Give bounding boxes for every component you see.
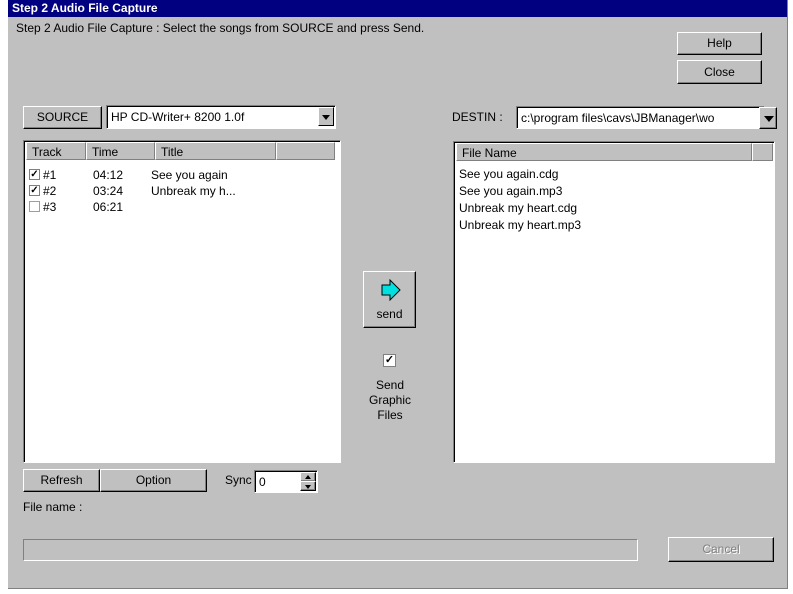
close-button[interactable]: Close (677, 60, 762, 84)
chevron-up-icon (305, 475, 311, 479)
destin-label: DESTIN : (452, 110, 503, 124)
track-row[interactable]: ✓ #1 04:12 See you again (26, 167, 316, 183)
track-row[interactable]: #3 06:21 (26, 199, 316, 215)
source-dropdown-arrow-icon[interactable] (318, 107, 334, 126)
track-number: #2 (43, 184, 57, 198)
source-drive-select[interactable]: HP CD-Writer+ 8200 1.0f (106, 105, 336, 129)
sync-stepper[interactable] (300, 472, 316, 491)
destin-path-select[interactable]: c:\program files\cavs\JBManager\wo (516, 106, 765, 129)
source-drive-value: HP CD-Writer+ 8200 1.0f (111, 110, 245, 124)
destin-path-value: c:\program files\cavs\JBManager\wo (521, 111, 715, 125)
send-graphic-label-line: Graphic (368, 393, 412, 407)
file-table[interactable]: File Name See you again.cdg See you agai… (453, 141, 775, 463)
send-graphic-label-line: Send (375, 378, 405, 392)
file-list-item[interactable]: Unbreak my heart.cdg (459, 200, 577, 217)
send-graphic-files-checkbox[interactable]: ✓ (383, 354, 396, 367)
file-list-item[interactable]: Unbreak my heart.mp3 (459, 217, 581, 234)
chevron-down-icon (764, 116, 774, 122)
time-column-header[interactable]: Time (86, 142, 155, 160)
source-button[interactable]: SOURCE (23, 106, 102, 129)
file-name-label: File name : (23, 500, 83, 514)
spin-down-icon[interactable] (300, 481, 316, 491)
track-table[interactable]: Track Time Title ✓ #1 04:12 See you agai… (23, 140, 341, 463)
sync-value: 0 (259, 475, 266, 489)
send-graphic-label-line: Files (377, 408, 403, 422)
help-button[interactable]: Help (677, 32, 762, 55)
track-title: See you again (151, 168, 228, 182)
destin-dropdown-arrow-icon[interactable] (759, 107, 777, 129)
track-column-header[interactable]: Track (26, 142, 86, 160)
extra-column-header (752, 143, 773, 161)
track-time: 03:24 (93, 184, 124, 198)
track-number: #1 (43, 168, 57, 182)
sync-label: Sync (225, 473, 252, 487)
track-time: 04:12 (93, 168, 124, 182)
option-button[interactable]: Option (100, 469, 207, 492)
progress-bar (23, 539, 638, 561)
file-name-column-header[interactable]: File Name (456, 143, 752, 161)
track-3-checkbox[interactable] (29, 201, 40, 212)
send-graphic-files-label: Send Graphic Files (358, 378, 422, 423)
file-list-item[interactable]: See you again.mp3 (459, 183, 562, 200)
track-title: Unbreak my h... (151, 184, 236, 198)
extra-column-header (276, 142, 335, 160)
window-title-bar: Step 2 Audio File Capture (8, 0, 787, 17)
send-button[interactable]: send (363, 271, 416, 328)
track-row[interactable]: ✓ #2 03:24 Unbreak my h... (26, 183, 316, 199)
refresh-button[interactable]: Refresh (23, 469, 100, 492)
track-number: #3 (43, 200, 57, 214)
track-1-checkbox[interactable]: ✓ (29, 169, 40, 180)
track-2-checkbox[interactable]: ✓ (29, 185, 40, 196)
chevron-down-icon (305, 485, 311, 489)
track-time: 06:21 (93, 200, 124, 214)
file-list-item[interactable]: See you again.cdg (459, 166, 558, 183)
title-column-header[interactable]: Title (155, 142, 276, 160)
instruction-text: Step 2 Audio File Capture : Select the s… (16, 21, 425, 35)
sync-spinner[interactable]: 0 (254, 470, 318, 493)
send-arrow-icon (381, 279, 401, 301)
cancel-button[interactable]: Cancel (668, 537, 774, 562)
send-button-label: send (376, 307, 403, 321)
audio-capture-window: Step 2 Audio File Capture Step 2 Audio F… (8, 0, 788, 589)
